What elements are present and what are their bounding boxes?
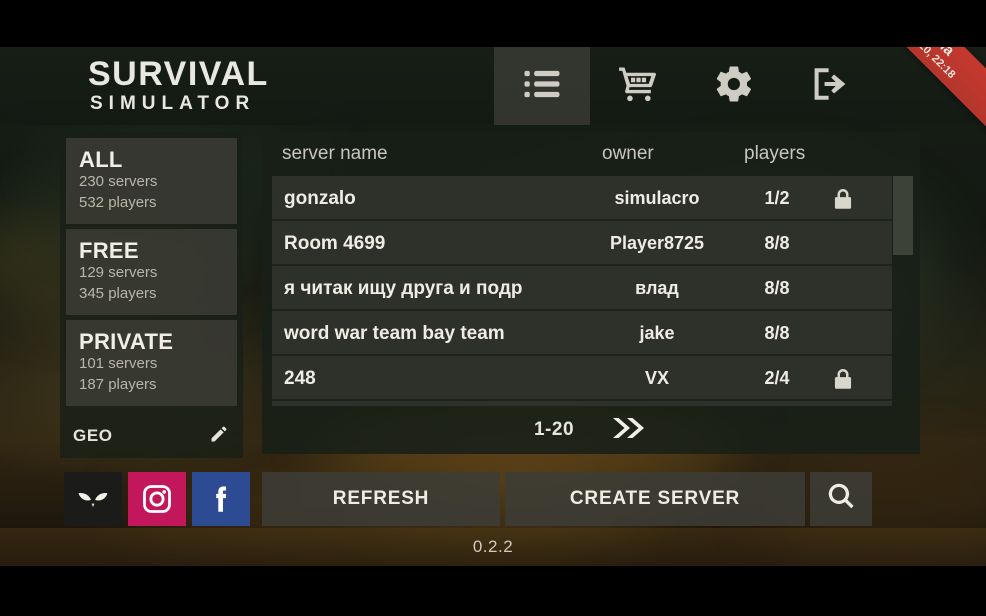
row-server-name: Room 4699	[284, 233, 386, 254]
column-header-players: players	[744, 143, 806, 164]
sidebar-item-free[interactable]: FREE 129 servers 345 players	[66, 229, 237, 315]
nav-settings-button[interactable]	[686, 47, 782, 125]
letterbox-top	[0, 0, 986, 47]
table-row[interactable]: Room 4699 Player8725 8/8	[272, 221, 892, 266]
row-owner: Player8725	[609, 233, 705, 253]
row-server-name: gonzalo	[284, 188, 356, 209]
filter-title: FREE	[79, 238, 139, 263]
sidebar-item-private[interactable]: PRIVATE 101 servers 187 players	[66, 320, 237, 406]
filter-players-count: 187 players	[79, 376, 157, 394]
server-list-panel: server name owner players gonzalo simula…	[262, 132, 920, 454]
list-icon	[521, 63, 563, 110]
social-instagram-button[interactable]	[128, 472, 186, 526]
row-players: 8/8	[764, 278, 790, 298]
row-server-name: word war team bay team	[284, 323, 505, 344]
table-row[interactable]: 248 VX 2/4	[272, 356, 892, 401]
instagram-icon	[141, 483, 173, 515]
table-row[interactable]: gonzalo simulacro 1/2	[272, 176, 892, 221]
version-strip: 0.2.2	[0, 528, 986, 566]
table-row[interactable]: word war team bay team jake 8/8	[272, 311, 892, 356]
filter-servers-count: 129 servers	[79, 264, 158, 282]
letterbox-bottom	[0, 566, 986, 616]
row-owner: влад	[635, 278, 679, 298]
app-logo: SURVIVAL SIMULATOR	[88, 57, 269, 113]
logo-line-secondary: SIMULATOR	[90, 93, 256, 114]
scrollbar-thumb[interactable]	[893, 176, 913, 255]
row-server-name: 248	[284, 368, 316, 389]
server-rows-container: gonzalo simulacro 1/2 Room 4699 Player87…	[272, 176, 892, 406]
page-range-label: 1-20	[533, 419, 575, 440]
filter-servers-count: 230 servers	[79, 173, 158, 191]
next-page-button[interactable]	[610, 415, 648, 446]
social-game-logo-button[interactable]	[64, 472, 122, 526]
server-list-scrollbar[interactable]	[893, 176, 913, 406]
row-owner: simulacro	[614, 188, 700, 208]
nav-server-list-button[interactable]	[494, 47, 590, 125]
version-label: 0.2.2	[472, 537, 514, 556]
table-row[interactable]: я читак ищу друга и подр влад 8/8	[272, 266, 892, 311]
refresh-button[interactable]: REFRESH	[262, 472, 500, 526]
logo-line-primary: SURVIVAL	[88, 55, 269, 93]
row-owner: jake	[639, 323, 675, 343]
geo-filter-row[interactable]: GEO	[60, 414, 243, 458]
pagination-bar: 1-20	[262, 406, 920, 454]
filter-sidebar: ALL 230 servers 532 players FREE 129 ser…	[60, 132, 243, 458]
column-header-server-name: server name	[282, 143, 388, 164]
create-server-button[interactable]: CREATE SERVER	[505, 472, 805, 526]
app-header: SURVIVAL SIMULATOR	[0, 47, 986, 125]
filter-players-count: 345 players	[79, 285, 157, 303]
lock-icon	[832, 367, 856, 391]
filter-servers-count: 101 servers	[79, 355, 158, 373]
row-players: 2/4	[764, 368, 790, 388]
row-players: 1/2	[764, 188, 790, 208]
facebook-icon	[204, 482, 238, 516]
filter-title: PRIVATE	[79, 329, 174, 354]
filter-title: ALL	[79, 147, 123, 172]
social-links	[64, 472, 250, 526]
search-icon	[826, 481, 856, 517]
row-server-name: я читак ищу друга и подр	[284, 278, 523, 299]
gear-icon	[713, 63, 755, 110]
row-players: 8/8	[764, 323, 790, 343]
server-list-header: server name owner players	[262, 132, 920, 176]
geo-label: GEO	[73, 426, 113, 445]
search-button[interactable]	[810, 472, 872, 526]
exit-icon	[809, 63, 851, 110]
action-bar: REFRESH CREATE SERVER	[262, 472, 920, 526]
social-facebook-button[interactable]	[192, 472, 250, 526]
main-navigation	[494, 47, 878, 125]
double-chevron-right-icon	[610, 415, 648, 446]
pencil-icon[interactable]	[209, 424, 229, 449]
column-header-owner: owner	[602, 143, 654, 164]
game-screen: SURVIVAL SIMULATOR ALL 230 servers 532 p…	[0, 0, 986, 616]
nav-logout-button[interactable]	[782, 47, 878, 125]
row-players: 8/8	[764, 233, 790, 253]
row-owner: VX	[644, 368, 669, 388]
filter-players-count: 532 players	[79, 194, 157, 212]
lock-icon	[832, 187, 856, 211]
cart-icon	[617, 63, 659, 110]
nav-shop-button[interactable]	[590, 47, 686, 125]
sidebar-item-all[interactable]: ALL 230 servers 532 players	[66, 138, 237, 224]
alien-eyes-icon	[76, 488, 110, 510]
